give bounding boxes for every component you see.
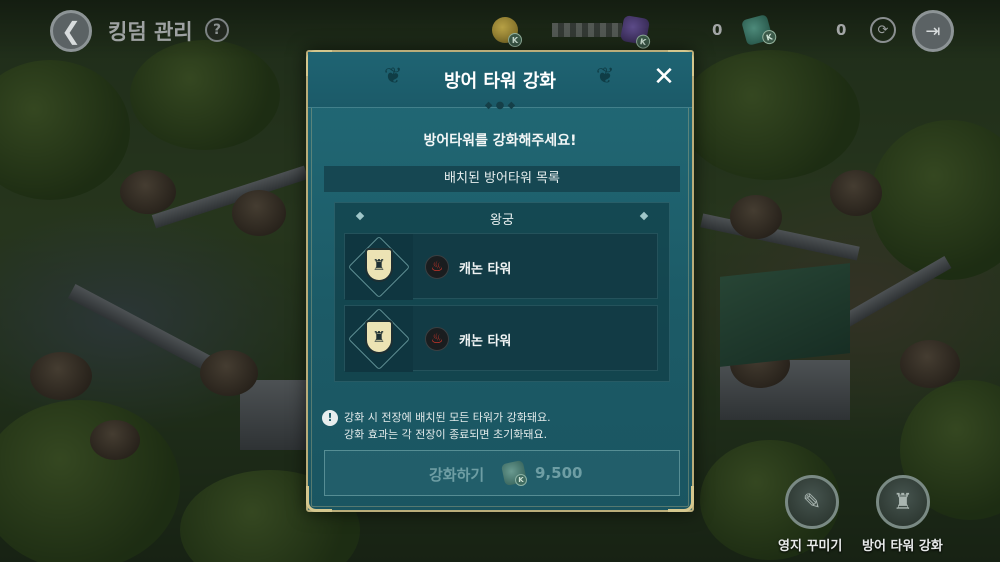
- dialog-subtitle: 방어타워를 강화해주세요!: [423, 133, 577, 149]
- currency-purple-gem: K 0: [619, 14, 722, 50]
- purple-gem-icon: K: [619, 14, 652, 50]
- exclamation-icon: !: [322, 410, 338, 426]
- green-gem-icon: K: [741, 14, 778, 46]
- add-currency-button[interactable]: ⟳: [870, 17, 896, 43]
- fire-icon: ♨: [425, 327, 449, 351]
- header-divider: ◆ ● ◆: [484, 100, 516, 111]
- decorate-territory-label: 영지 꾸미기: [778, 539, 843, 554]
- close-button[interactable]: ✕: [650, 63, 678, 91]
- upgrade-button[interactable]: 강화하기 K 9,500: [324, 450, 680, 496]
- green-gem-amount: 0: [836, 21, 847, 39]
- decorate-icon: ✎: [802, 489, 822, 515]
- fire-icon: ♨: [425, 255, 449, 279]
- page-title: 킹덤 관리: [108, 20, 193, 44]
- exit-door-icon: ⇥: [925, 20, 941, 42]
- deployed-tower-list-header: 배치된 방어타워 목록: [324, 166, 680, 192]
- currency-badge: K: [760, 28, 778, 46]
- tower-upgrade-shortcut-button[interactable]: ♜: [876, 475, 930, 529]
- tower-list-item[interactable]: ♜ ♨ 캐논 타워: [344, 233, 658, 300]
- currency-badge: K: [515, 474, 527, 486]
- tower-list-item[interactable]: ♜ ♨ 캐논 타워: [344, 305, 658, 372]
- currency-gold: K: [492, 16, 622, 47]
- back-arrow-icon: ❮: [60, 17, 82, 45]
- upgrade-cost: 9,500: [535, 464, 583, 482]
- refresh-icon: ⟳: [877, 22, 889, 38]
- tower-thumbnail: ♜: [345, 306, 413, 372]
- dialog-header: ❦ ❦ 방어 타워 강화 ✕ ◆ ● ◆: [308, 52, 692, 111]
- back-button[interactable]: ❮: [50, 10, 92, 52]
- purple-gem-amount: 0: [712, 21, 723, 39]
- decorate-territory-button[interactable]: ✎: [785, 475, 839, 529]
- deployed-tower-list: 왕궁 ♜ ♨ 캐논 타워 ♜ ♨ 캐논 타워: [334, 202, 670, 382]
- group-label-palace: 왕궁: [490, 213, 514, 228]
- tower-upgrade-shortcut-label: 방어 타워 강화: [862, 539, 943, 554]
- tower-name: 캐논 타워: [459, 334, 512, 349]
- tower-name: 캐논 타워: [459, 262, 512, 277]
- dialog-title: 방어 타워 강화: [444, 71, 556, 92]
- tower-thumbnail: ♜: [345, 234, 413, 300]
- help-icon: ?: [212, 22, 222, 38]
- upgrade-button-label: 강화하기: [429, 466, 485, 484]
- currency-badge: K: [635, 33, 652, 50]
- tower-upgrade-icon: ♜: [893, 489, 913, 515]
- currency-badge: K: [508, 33, 522, 47]
- exit-button[interactable]: ⇥: [912, 10, 954, 52]
- help-button[interactable]: ?: [205, 18, 229, 42]
- currency-green-gem: K 0: [741, 14, 846, 46]
- notice-line: 강화 시 전장에 배치된 모든 타워가 강화돼요.: [344, 411, 551, 424]
- cannon-tower-icon: ♜: [365, 320, 393, 354]
- gold-coin-icon: K: [492, 17, 522, 47]
- masked-gold-amount: [552, 23, 622, 37]
- close-icon: ✕: [653, 62, 675, 92]
- tower-upgrade-dialog: ❦ ❦ 방어 타워 강화 ✕ ◆ ● ◆ 방어타워를 강화해주세요! 배치된 방…: [306, 50, 694, 512]
- cannon-tower-icon: ♜: [365, 248, 393, 282]
- notice-line: 강화 효과는 각 전장이 종료되면 초기화돼요.: [344, 428, 548, 441]
